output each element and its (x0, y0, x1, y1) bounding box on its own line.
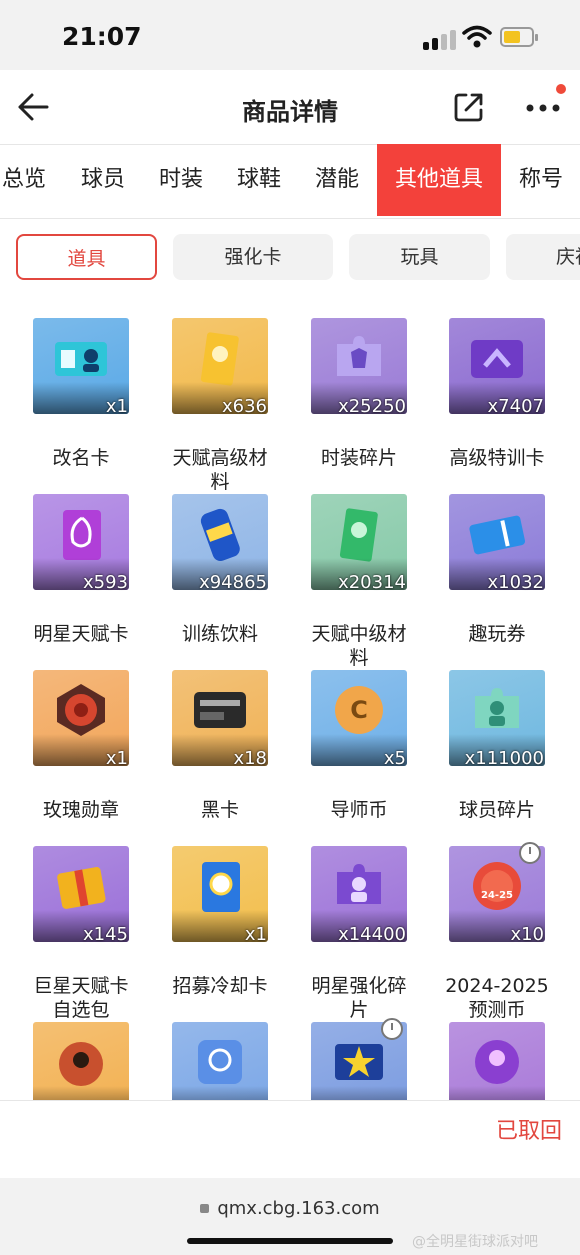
withdrawn-status[interactable]: 已取回 (496, 1113, 562, 1145)
drink-can-icon (200, 508, 240, 561)
item-name: 玫瑰勋章 (42, 799, 119, 821)
bottom-bar: 已取回 (0, 1100, 580, 1179)
item-name: 球员碎片 (458, 799, 535, 821)
wifi-icon (462, 25, 492, 48)
item-quantity: x111000 (464, 748, 544, 769)
item-quantity: x18 (233, 748, 267, 769)
tab-overview[interactable]: 总览 (0, 144, 54, 216)
item-name: 明星强化碎片 (311, 975, 407, 1021)
id-card-icon (55, 342, 107, 376)
tab-other-items[interactable]: 其他道具 (377, 144, 501, 216)
item-name: 改名卡 (52, 447, 110, 469)
timer-icon (381, 1018, 403, 1040)
star-badge-icon (335, 1044, 383, 1080)
puzzle-shirt-icon (337, 336, 381, 376)
ticket-icon (469, 515, 526, 555)
item-quantity: x7407 (487, 396, 544, 417)
item-thumbnail (33, 1022, 129, 1102)
item-name: 导师币 (330, 799, 388, 821)
green-pack-icon (339, 508, 378, 562)
item-quantity: x1 (105, 396, 128, 417)
item-quantity: x20314 (338, 572, 406, 593)
more-menu-icon[interactable] (524, 90, 564, 124)
item-quantity: x25250 (338, 396, 406, 417)
item-quantity: x593 (82, 572, 128, 593)
svg-text:C: C (350, 696, 368, 724)
cooldown-card-icon (202, 862, 240, 912)
page-title: 商品详情 (242, 98, 338, 126)
item-name: 趣玩券 (468, 623, 526, 645)
browser-url-bar: qmx.cbg.163.com @全明星街球派对吧 (0, 1178, 580, 1255)
chip-toys[interactable]: 玩具 (349, 234, 490, 280)
home-indicator[interactable] (187, 1238, 393, 1244)
purple-card-icon (471, 340, 523, 378)
subcategory-chips: 道具 强化卡 玩具 庆祝 (0, 218, 580, 296)
nav-bar: 商品详情 (0, 70, 580, 145)
item-name: 天赋中级材料 (311, 623, 407, 669)
item-name: 招募冷却卡 (172, 975, 268, 997)
watermark-text: @全明星街球派对吧 (412, 1234, 538, 1250)
url-text[interactable]: qmx.cbg.163.com (0, 1198, 580, 1219)
status-bar: 21:07 (0, 0, 580, 70)
item-name: 训练饮料 (181, 623, 258, 645)
chip-items[interactable]: 道具 (16, 234, 157, 280)
item-quantity: x1 (244, 924, 267, 945)
puzzle-star-icon (337, 864, 381, 904)
tab-shoes[interactable]: 球鞋 (220, 144, 298, 216)
tab-potential[interactable]: 潜能 (298, 144, 376, 216)
tab-titles[interactable]: 称号 (505, 144, 577, 216)
item-name: 黑卡 (200, 799, 239, 821)
gold-pack-icon (200, 332, 239, 386)
signal-icon (423, 28, 457, 50)
avatar-blue-icon (198, 1040, 242, 1084)
notification-dot (556, 84, 566, 94)
item-quantity: x10 (510, 924, 544, 945)
chip-celebration[interactable]: 庆祝 (506, 234, 580, 280)
gift-pack-icon (57, 867, 106, 909)
item-quantity: x1 (105, 748, 128, 769)
tab-players[interactable]: 球员 (64, 144, 142, 216)
category-tabs: 总览 球员 时装 球鞋 潜能 其他道具 称号 (0, 144, 580, 219)
tab-fashion[interactable]: 时装 (142, 144, 220, 216)
item-name: 2024-2025预测币 (445, 975, 549, 1021)
rose-medal-icon (57, 684, 105, 736)
item-grid: x1 改名卡 x636 天赋高级材料 x25250 时装碎片 x7407 高级特训卡 x593 明… (0, 296, 580, 1102)
battery-icon (500, 27, 538, 47)
star-card-icon (63, 510, 101, 560)
mentor-coin-icon: C (335, 686, 383, 734)
item-quantity: x1032 (487, 572, 544, 593)
share-icon[interactable] (452, 90, 486, 124)
item-quantity: x636 (221, 396, 267, 417)
chip-upgrade-cards[interactable]: 强化卡 (173, 234, 333, 280)
timer-icon (519, 842, 541, 864)
lock-icon (200, 1204, 210, 1213)
predict-coin-icon: 24-25 (473, 862, 521, 910)
item-name: 时装碎片 (320, 447, 397, 469)
item-name: 天赋高级材料 (172, 447, 268, 493)
avatar-purple-icon (475, 1040, 519, 1084)
avatar-frame-icon (59, 1042, 103, 1086)
item-thumbnail (449, 1022, 545, 1102)
item-quantity: x145 (82, 924, 128, 945)
item-quantity: x14400 (338, 924, 406, 945)
item-name: 高级特训卡 (449, 447, 545, 469)
status-time: 21:07 (62, 22, 142, 51)
svg-text:24-25: 24-25 (481, 890, 513, 901)
item-quantity: x94865 (199, 572, 267, 593)
item-name: 巨星天赋卡自选包 (33, 975, 129, 1021)
item-quantity: x5 (383, 748, 406, 769)
item-name: 明星天赋卡 (33, 623, 129, 645)
black-card-icon (194, 692, 246, 728)
url-label: qmx.cbg.163.com (217, 1198, 380, 1219)
puzzle-player-icon (475, 688, 519, 728)
item-thumbnail (172, 1022, 268, 1102)
